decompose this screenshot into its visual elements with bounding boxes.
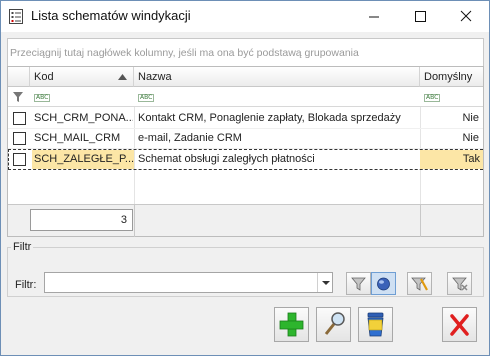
cell-nazwa: Schemat obsługi zaległych płatności bbox=[138, 153, 315, 165]
window-title: Lista schematów windykacji bbox=[31, 8, 191, 23]
table-row-selected[interactable]: SCH_ZALEGŁE_P... Schemat obsługi zaległy… bbox=[8, 149, 483, 170]
delete-button[interactable] bbox=[358, 307, 393, 342]
column-header-nazwa-label: Nazwa bbox=[138, 71, 172, 83]
column-header-domyslny[interactable]: Domyślny bbox=[420, 67, 483, 87]
filter-active-icon bbox=[377, 277, 390, 291]
minimize-icon bbox=[369, 16, 379, 18]
table-row[interactable]: SCH_CRM_PONA... Kontakt CRM, Ponaglenie … bbox=[8, 109, 483, 129]
minimize-button[interactable] bbox=[351, 1, 397, 32]
header-checkbox-column bbox=[8, 67, 30, 87]
filter-clear-icon bbox=[452, 277, 468, 291]
magnifier-icon bbox=[324, 312, 345, 335]
filter-dropdown-button[interactable] bbox=[317, 273, 332, 292]
add-button[interactable] bbox=[274, 307, 309, 342]
cell-nazwa: e-mail, Zadanie CRM bbox=[138, 132, 242, 144]
trash-icon bbox=[367, 312, 384, 337]
filter-mode-nazwa[interactable]: ABC bbox=[138, 94, 155, 102]
apply-filter-button[interactable] bbox=[346, 272, 371, 295]
filter-toggle-button[interactable] bbox=[371, 272, 396, 295]
clear-filter-button[interactable] bbox=[447, 272, 472, 295]
filter-field-label: Filtr: bbox=[15, 279, 37, 291]
cell-domyslny: Nie bbox=[462, 112, 479, 124]
row-checkbox[interactable] bbox=[13, 112, 26, 125]
funnel-icon bbox=[13, 92, 23, 102]
column-header-domyslny-label: Domyślny bbox=[424, 71, 473, 83]
sort-ascending-icon bbox=[118, 74, 127, 80]
cell-domyslny: Nie bbox=[462, 132, 479, 144]
grid-footer: 3 bbox=[8, 204, 483, 237]
schemes-grid: Kod Nazwa Domyślny ABC ABC ABC SCH_CRM_P… bbox=[7, 66, 484, 237]
close-window-button[interactable] bbox=[443, 1, 489, 32]
row-checkbox[interactable] bbox=[13, 132, 26, 145]
cell-kod: SCH_MAIL_CRM bbox=[34, 132, 121, 144]
filter-builder-icon bbox=[411, 277, 428, 291]
grid-filter-row[interactable]: ABC ABC ABC bbox=[8, 87, 483, 107]
edit-button[interactable] bbox=[316, 307, 351, 342]
column-header-kod-label: Kod bbox=[34, 71, 54, 83]
filter-mode-kod[interactable]: ABC bbox=[34, 94, 51, 102]
filter-builder-button[interactable] bbox=[407, 272, 432, 295]
row-count: 3 bbox=[30, 209, 133, 231]
maximize-icon bbox=[415, 11, 426, 22]
cell-kod: SCH_ZALEGŁE_P... bbox=[32, 150, 134, 169]
row-checkbox[interactable] bbox=[13, 153, 26, 166]
list-document-icon bbox=[9, 9, 23, 24]
filter-mode-domyslny[interactable]: ABC bbox=[424, 94, 441, 102]
filter-group-label: Filtr bbox=[11, 241, 34, 253]
filter-combobox[interactable] bbox=[44, 272, 333, 293]
column-header-kod[interactable]: Kod bbox=[30, 67, 134, 87]
footer-separator bbox=[420, 205, 421, 237]
table-row[interactable]: SCH_MAIL_CRM e-mail, Zadanie CRM Nie bbox=[8, 129, 483, 149]
cell-nazwa: Kontakt CRM, Ponaglenie zapłaty, Blokada… bbox=[138, 112, 401, 124]
group-by-hint: Przeciągnij tutaj nagłówek kolumny, jeśl… bbox=[10, 47, 359, 59]
cell-domyslny: Tak bbox=[420, 150, 483, 169]
main-window: Lista schematów windykacji Przeciągnij t… bbox=[0, 0, 490, 356]
title-bar[interactable]: Lista schematów windykacji bbox=[1, 1, 489, 32]
cell-kod: SCH_CRM_PONA... bbox=[34, 112, 133, 124]
close-button[interactable] bbox=[442, 307, 477, 342]
footer-separator bbox=[134, 205, 135, 237]
maximize-button[interactable] bbox=[397, 1, 443, 32]
filter-icon bbox=[351, 277, 366, 291]
add-icon bbox=[279, 312, 304, 337]
cancel-icon bbox=[450, 314, 469, 336]
close-icon bbox=[460, 10, 472, 22]
group-by-panel[interactable]: Przeciągnij tutaj nagłówek kolumny, jeśl… bbox=[7, 38, 484, 66]
column-header-nazwa[interactable]: Nazwa bbox=[134, 67, 420, 87]
